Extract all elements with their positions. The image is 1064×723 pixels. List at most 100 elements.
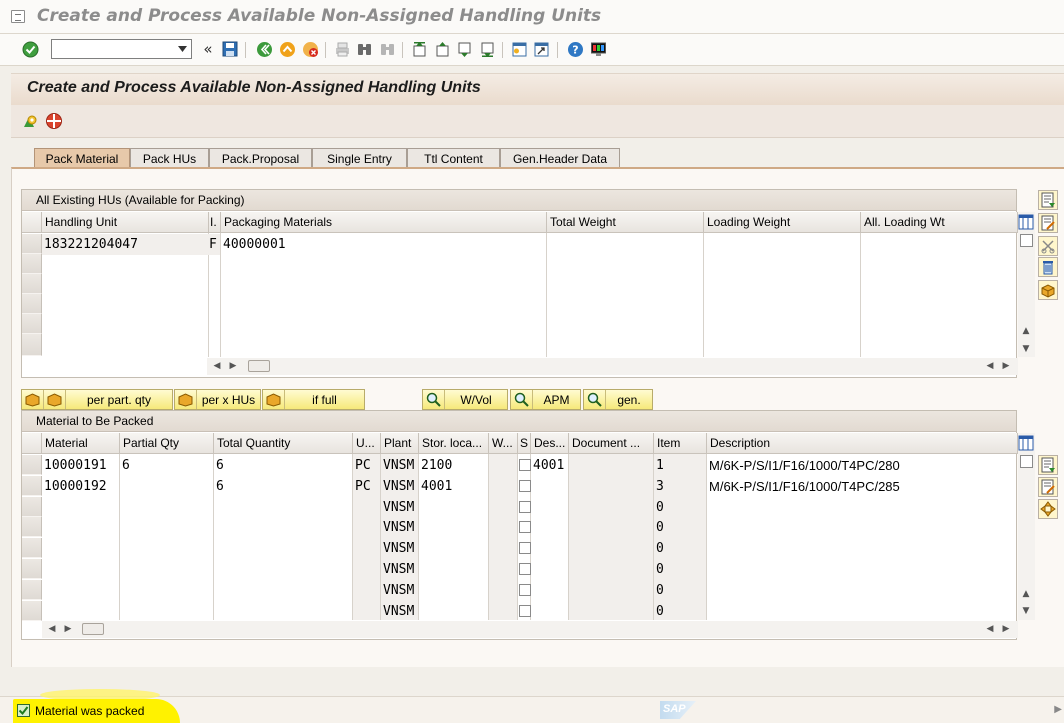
mat-cell-partial-qty[interactable] <box>120 580 213 601</box>
scroll-thumb[interactable] <box>248 360 270 372</box>
mat-cell-document[interactable] <box>569 497 653 518</box>
row-selector[interactable] <box>22 234 42 254</box>
scroll-left-icon[interactable]: ◀ <box>984 360 996 372</box>
wvol-button[interactable]: W/Vol <box>422 389 508 410</box>
mat-cell-description[interactable] <box>707 559 1018 580</box>
mat-cell-partial-qty[interactable] <box>120 538 213 559</box>
tab-pack-proposal[interactable]: Pack.Proposal <box>209 148 312 168</box>
mat-cell-destination[interactable] <box>531 476 568 497</box>
mat-cell-partial-qty[interactable] <box>120 497 213 518</box>
col-handling-unit[interactable]: Handling Unit <box>42 212 209 233</box>
mat-cell-storage-location[interactable] <box>419 497 488 518</box>
status-checkbox[interactable] <box>519 542 531 555</box>
mat-cell-partial-qty[interactable] <box>120 559 213 580</box>
mat-cell-unit[interactable] <box>353 559 380 580</box>
mat-cell-description[interactable] <box>707 497 1018 518</box>
create-session-icon[interactable] <box>510 40 528 58</box>
customize-layout-icon[interactable] <box>589 40 607 58</box>
mat-cell-unit[interactable] <box>353 517 380 538</box>
mat-cell-description[interactable] <box>707 538 1018 559</box>
mat-cell-destination[interactable] <box>531 559 568 580</box>
mat-cell-partial-qty[interactable] <box>120 476 213 497</box>
hu-cell-indicator[interactable]: F <box>208 234 220 255</box>
row-selector[interactable] <box>22 517 42 538</box>
exit-icon[interactable] <box>278 40 296 58</box>
tab-gen-header-data[interactable]: Gen.Header Data <box>500 148 620 168</box>
mat-cell-total-qty[interactable] <box>214 580 352 601</box>
mat-cell-material[interactable] <box>42 559 119 580</box>
mat-cell-item[interactable]: 3 <box>654 476 706 497</box>
collapse-icon[interactable]: « <box>199 40 217 58</box>
col-total-weight[interactable]: Total Weight <box>547 212 704 233</box>
row-selector[interactable] <box>22 559 42 579</box>
scroll-right-icon[interactable]: ▶ <box>1000 360 1012 372</box>
empty-hu-icon[interactable] <box>1038 280 1058 300</box>
mat-cell-plant[interactable]: VNSM <box>381 580 418 601</box>
col-document[interactable]: Document ... <box>569 433 654 454</box>
status-checkbox[interactable] <box>519 521 531 534</box>
mat-cell-storage-location[interactable]: 4001 <box>419 476 488 497</box>
distribute-icon[interactable] <box>1038 499 1058 519</box>
hu-table-hscroll[interactable]: ◀ ▶ ◀ ▶ <box>207 358 1018 375</box>
mat-cell-description[interactable]: M/6K-P/S/I1/F16/1000/T4PC/280 <box>707 455 1018 476</box>
mat-cell-plant[interactable]: VNSM <box>381 559 418 580</box>
scroll-down-icon[interactable]: ▼ <box>1020 605 1032 617</box>
mat-cell-partial-qty[interactable]: 6 <box>120 455 213 476</box>
col-plant[interactable]: Plant <box>381 433 419 454</box>
mat-cell-unit[interactable]: PC <box>353 455 380 476</box>
mat-cell-partial-qty[interactable] <box>120 517 213 538</box>
enter-icon[interactable] <box>21 40 39 58</box>
col-unit[interactable]: U... <box>353 433 381 454</box>
scroll-left-icon[interactable]: ◀ <box>211 360 223 372</box>
col-warehouse[interactable]: W... <box>489 433 518 454</box>
mat-cell-document[interactable] <box>569 517 653 538</box>
mat-cell-partial-qty[interactable] <box>120 601 213 622</box>
row-selector[interactable] <box>22 538 42 559</box>
mat-cell-unit[interactable] <box>353 497 380 518</box>
status-message[interactable]: Material was packed <box>35 704 144 718</box>
display-hu-icon[interactable] <box>22 112 40 130</box>
col-all-loading-wt[interactable]: All. Loading Wt <box>861 212 1018 233</box>
col-storage-location[interactable]: Stor. loca... <box>419 433 489 454</box>
pack-if-full-button[interactable]: if full <box>262 389 365 410</box>
row-selector[interactable] <box>22 496 42 517</box>
pack-per-x-hus-button[interactable]: per x HUs <box>174 389 261 410</box>
mat-cell-destination[interactable]: 4001 <box>531 455 568 476</box>
mat-cell-material[interactable] <box>42 538 119 559</box>
mat-cell-destination[interactable] <box>531 497 568 518</box>
scroll-right-icon[interactable]: ▶ <box>1000 623 1012 635</box>
mat-cell-total-qty[interactable] <box>214 517 352 538</box>
cancel-icon[interactable] <box>301 40 319 58</box>
pack-per-partial-qty-button[interactable]: per part. qty <box>21 389 173 410</box>
mat-cell-material[interactable] <box>42 601 119 622</box>
col-description[interactable]: Description <box>707 433 1018 454</box>
row-selector[interactable] <box>22 274 42 294</box>
scroll-right-icon[interactable]: ▶ <box>227 360 239 372</box>
mat-cell-total-qty[interactable] <box>214 538 352 559</box>
col-partial-qty[interactable]: Partial Qty <box>120 433 214 454</box>
scroll-up-icon[interactable]: ▲ <box>1020 325 1032 337</box>
mat-cell-destination[interactable] <box>531 538 568 559</box>
tab-single-entry[interactable]: Single Entry <box>312 148 407 168</box>
mat-cell-unit[interactable]: PC <box>353 476 380 497</box>
back-icon[interactable] <box>255 40 273 58</box>
expand-status-icon[interactable]: ▶ <box>1054 704 1062 715</box>
col-indicator[interactable]: I. <box>209 212 221 233</box>
col-total-quantity[interactable]: Total Quantity <box>214 433 353 454</box>
row-selector[interactable] <box>22 294 42 314</box>
select-column-checkbox[interactable] <box>1020 455 1033 468</box>
change-details-icon[interactable] <box>1038 477 1058 497</box>
mat-cell-plant[interactable]: VNSM <box>381 497 418 518</box>
mat-cell-material[interactable] <box>42 580 119 601</box>
mat-cell-item[interactable]: 0 <box>654 601 706 622</box>
system-menu-icon[interactable] <box>11 10 25 23</box>
col-loading-weight[interactable]: Loading Weight <box>704 212 861 233</box>
mat-cell-document[interactable] <box>569 601 653 622</box>
mat-cell-material[interactable]: 10000192 <box>42 476 119 497</box>
scroll-right-icon[interactable]: ▶ <box>62 623 74 635</box>
last-page-icon[interactable] <box>478 40 496 58</box>
status-checkbox[interactable] <box>519 479 531 492</box>
mat-cell-storage-location[interactable] <box>419 517 488 538</box>
hu-cell-packaging-material[interactable]: 40000001 <box>221 234 546 255</box>
mat-cell-total-qty[interactable]: 6 <box>214 455 352 476</box>
